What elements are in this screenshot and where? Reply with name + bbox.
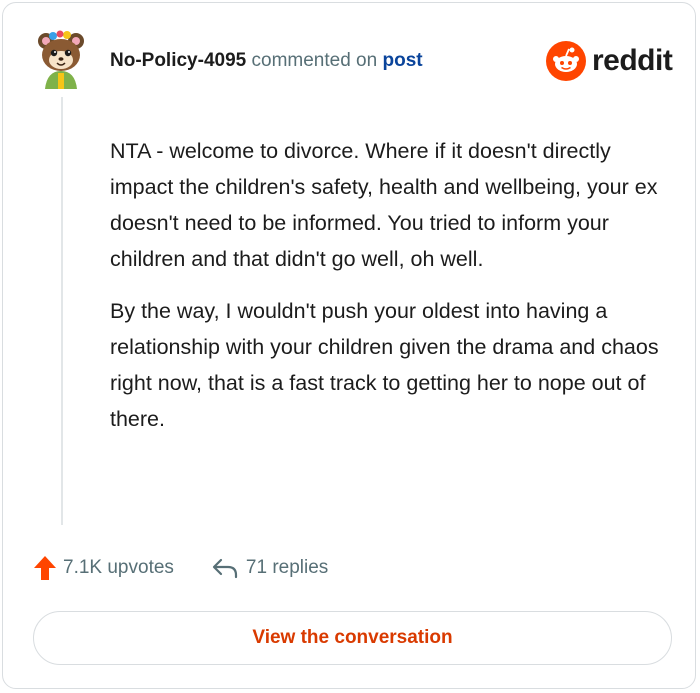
reply-arrow-icon: [212, 558, 238, 579]
comment-actions: 7.1K upvotes 71 replies: [33, 553, 328, 583]
comment-card: No-Policy-4095 commented on post reddit …: [2, 2, 696, 689]
thread-line: [61, 97, 63, 525]
comment-paragraph: NTA - welcome to divorce. Where if it do…: [110, 139, 658, 271]
upvote-button[interactable]: 7.1K upvotes: [33, 555, 174, 581]
commented-on-text: commented on: [251, 50, 378, 71]
reddit-snoo-icon: [546, 41, 586, 81]
view-conversation-label: View the conversation: [252, 627, 453, 648]
view-conversation-button[interactable]: View the conversation: [33, 611, 672, 665]
avatar[interactable]: [33, 29, 89, 89]
upvote-arrow-icon: [34, 556, 56, 580]
reply-count: 71 replies: [245, 557, 329, 578]
replies-button[interactable]: 71 replies: [212, 557, 328, 579]
post-link[interactable]: post: [382, 50, 422, 71]
comment-paragraph: By the way, I wouldn't push your oldest …: [110, 299, 659, 431]
brand-name: reddit: [592, 44, 673, 77]
comment-header: No-Policy-4095 commented on post: [110, 49, 423, 73]
upvote-count: 7.1K upvotes: [63, 557, 174, 578]
author-name[interactable]: No-Policy-4095: [110, 50, 246, 71]
comment-body: NTA - welcome to divorce. Where if it do…: [110, 133, 670, 453]
reddit-brand[interactable]: reddit: [546, 41, 673, 81]
